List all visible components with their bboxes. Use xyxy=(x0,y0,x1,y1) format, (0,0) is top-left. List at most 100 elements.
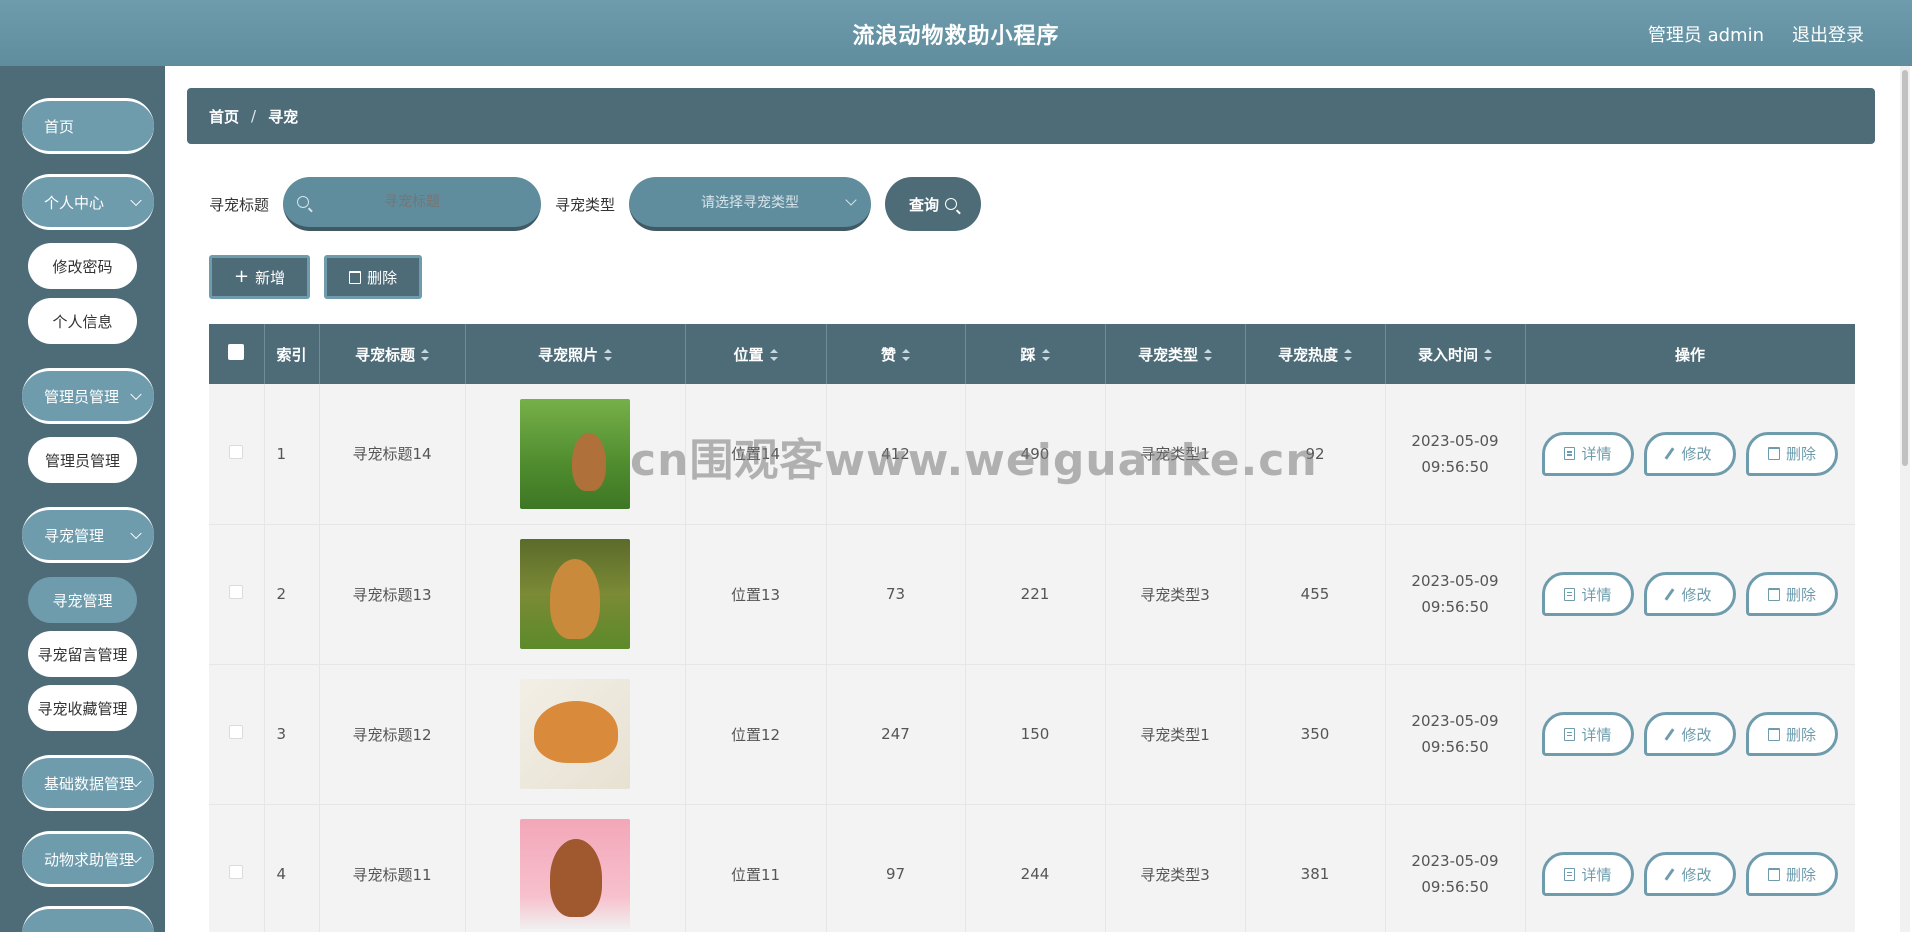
sort-icon[interactable] xyxy=(1344,348,1352,361)
cell-time: 2023-05-09 09:56:50 xyxy=(1385,524,1526,665)
column-header-time[interactable]: 录入时间 xyxy=(1385,324,1526,384)
row-checkbox[interactable] xyxy=(229,865,244,879)
select-all-checkbox[interactable] xyxy=(228,344,245,360)
scrollbar-thumb[interactable] xyxy=(1902,70,1908,466)
cell-heat: 92 xyxy=(1245,384,1386,525)
pet-table: 索引 寻宠标题 寻宠照片 位置 赞 踩 寻宠类型 寻宠热度 录入时间 操作 1 xyxy=(209,324,1855,932)
sidebar-subitem-pet-collect[interactable]: 寻宠收藏管理 xyxy=(28,685,137,731)
logout-button[interactable]: 退出登录 xyxy=(1792,21,1864,47)
title-search-input[interactable] xyxy=(283,177,542,227)
edit-icon xyxy=(1665,447,1675,460)
sidebar-subitem-admin[interactable]: 管理员管理 xyxy=(28,437,137,483)
dog-figure xyxy=(550,559,600,639)
column-header-type[interactable]: 寻宠类型 xyxy=(1105,324,1246,384)
row-checkbox[interactable] xyxy=(229,725,244,739)
delete-button[interactable]: 删除 xyxy=(324,255,423,299)
table-row: 1 寻宠标题14 位置14 412 490 寻宠类型1 92 2023-05-0… xyxy=(209,384,1855,525)
pet-photo[interactable] xyxy=(520,819,630,929)
type-select[interactable]: 请选择寻宠类型 xyxy=(629,177,872,231)
table-row: 2 寻宠标题13 位置13 73 221 寻宠类型3 455 2023-05-0… xyxy=(209,524,1855,665)
sidebar-item-animal-help[interactable]: 动物求助管理 xyxy=(22,831,154,887)
column-header-dislike[interactable]: 踩 xyxy=(965,324,1106,384)
sort-icon[interactable] xyxy=(902,348,910,361)
pet-photo[interactable] xyxy=(520,679,630,789)
pet-photo[interactable] xyxy=(520,398,630,509)
detail-button[interactable]: 详情 xyxy=(1542,572,1634,616)
detail-button[interactable]: 详情 xyxy=(1542,431,1634,476)
chevron-down-icon xyxy=(130,194,142,207)
row-checkbox[interactable] xyxy=(229,585,244,599)
document-icon xyxy=(1564,447,1576,461)
sidebar-subitem-pet[interactable]: 寻宠管理 xyxy=(28,577,137,623)
cell-index: 3 xyxy=(264,664,320,805)
sidebar-item-admin[interactable]: 管理员管理 xyxy=(22,368,154,424)
row-delete-button[interactable]: 删除 xyxy=(1746,572,1838,616)
detail-button[interactable]: 详情 xyxy=(1542,852,1634,896)
document-icon xyxy=(1564,727,1576,741)
sidebar-item-label: 个人中心 xyxy=(44,193,105,212)
cell-title: 寻宠标题12 xyxy=(319,664,466,805)
sort-icon[interactable] xyxy=(769,348,778,361)
row-delete-button[interactable]: 删除 xyxy=(1746,431,1838,476)
cell-dislike: 244 xyxy=(965,804,1106,932)
query-button[interactable]: 查询 xyxy=(885,177,982,231)
edit-icon xyxy=(1665,727,1675,741)
select-all-header[interactable] xyxy=(209,324,265,384)
cell-type: 寻宠类型1 xyxy=(1105,384,1246,525)
sidebar-subitem-change-password[interactable]: 修改密码 xyxy=(28,243,137,289)
edit-button[interactable]: 修改 xyxy=(1644,431,1736,476)
cell-title: 寻宠标题14 xyxy=(319,384,466,525)
column-header-like[interactable]: 赞 xyxy=(826,324,966,384)
sidebar-item-pet[interactable]: 寻宠管理 xyxy=(22,507,154,563)
chevron-down-icon xyxy=(130,388,142,401)
sidebar-item-home[interactable]: 首页 xyxy=(22,98,154,154)
title-search-field xyxy=(283,177,542,231)
page-scrollbar[interactable] xyxy=(1900,66,1910,932)
sort-icon[interactable] xyxy=(1484,348,1492,361)
edit-button[interactable]: 修改 xyxy=(1644,572,1736,616)
detail-button[interactable]: 详情 xyxy=(1542,712,1634,756)
row-delete-button[interactable]: 删除 xyxy=(1746,852,1838,896)
pet-photo[interactable] xyxy=(520,539,630,649)
sort-icon[interactable] xyxy=(1204,348,1212,361)
sidebar-item-label: 动物求助管理 xyxy=(44,850,135,869)
cell-heat: 381 xyxy=(1245,804,1386,932)
dog-figure xyxy=(572,432,606,491)
cell-time: 2023-05-09 09:56:50 xyxy=(1385,664,1526,805)
title-search-label: 寻宠标题 xyxy=(209,195,270,214)
cell-time: 2023-05-09 09:56:50 xyxy=(1385,384,1526,525)
column-header-heat[interactable]: 寻宠热度 xyxy=(1245,324,1386,384)
column-header-ops: 操作 xyxy=(1525,324,1855,384)
sort-icon[interactable] xyxy=(421,348,429,361)
trash-icon xyxy=(1767,587,1780,601)
sidebar-subitem-pet-comment[interactable]: 寻宠留言管理 xyxy=(28,631,137,677)
search-bar: 寻宠标题 寻宠类型 请选择寻宠类型 查询 xyxy=(209,176,982,232)
column-header-title[interactable]: 寻宠标题 xyxy=(319,324,466,384)
breadcrumb: 首页 / 寻宠 xyxy=(187,88,1875,144)
column-header-photo[interactable]: 寻宠照片 xyxy=(465,324,686,384)
add-button[interactable]: + 新增 xyxy=(209,255,311,299)
sort-icon[interactable] xyxy=(604,348,612,361)
document-icon xyxy=(1564,867,1576,881)
sidebar-item-personal[interactable]: 个人中心 xyxy=(22,174,154,230)
sort-icon[interactable] xyxy=(1041,348,1050,361)
sidebar-item-base-data[interactable]: 基础数据管理 xyxy=(22,755,154,811)
type-select-placeholder: 请选择寻宠类型 xyxy=(701,195,800,211)
sidebar-item-more[interactable] xyxy=(22,906,154,932)
trash-icon xyxy=(1767,447,1780,461)
cell-location: 位置11 xyxy=(685,804,827,932)
sidebar-subitem-personal-info[interactable]: 个人信息 xyxy=(28,298,137,344)
dog-figure xyxy=(534,701,618,763)
column-header-location[interactable]: 位置 xyxy=(685,324,827,384)
breadcrumb-home[interactable]: 首页 xyxy=(209,106,239,127)
row-delete-button[interactable]: 删除 xyxy=(1746,712,1838,756)
cell-like: 73 xyxy=(826,524,966,665)
type-search-label: 寻宠类型 xyxy=(555,195,616,214)
row-checkbox[interactable] xyxy=(229,444,244,459)
cell-location: 位置13 xyxy=(685,524,827,665)
edit-button[interactable]: 修改 xyxy=(1644,852,1736,896)
trash-icon xyxy=(1767,727,1780,741)
cell-like: 97 xyxy=(826,804,966,932)
edit-button[interactable]: 修改 xyxy=(1644,712,1736,756)
dog-figure xyxy=(550,839,602,917)
